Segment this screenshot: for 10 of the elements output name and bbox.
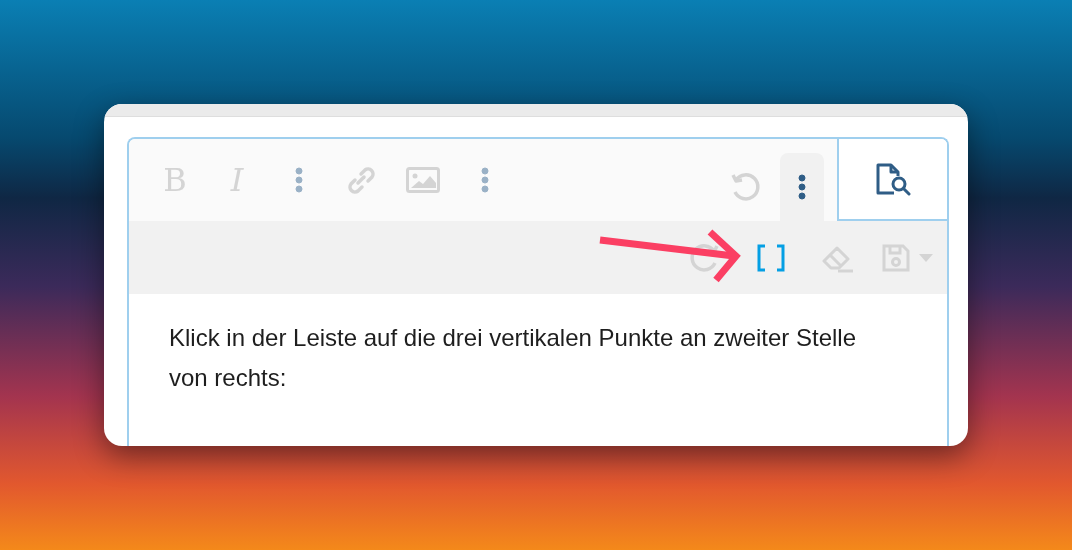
preview-button[interactable] (837, 139, 947, 221)
vertical-dots-icon (798, 174, 806, 200)
instruction-text: Klick in der Leiste auf die drei vertikalen Punkte an zweiter Stelle von rechts: (169, 323, 858, 393)
vertical-dots-icon (295, 167, 303, 193)
image-icon (406, 167, 440, 193)
caret-icon (919, 253, 933, 262)
document-search-icon (874, 162, 912, 196)
vertical-dots-icon (481, 167, 489, 193)
more-options-button[interactable] (780, 153, 824, 221)
brackets-icon (756, 243, 786, 272)
